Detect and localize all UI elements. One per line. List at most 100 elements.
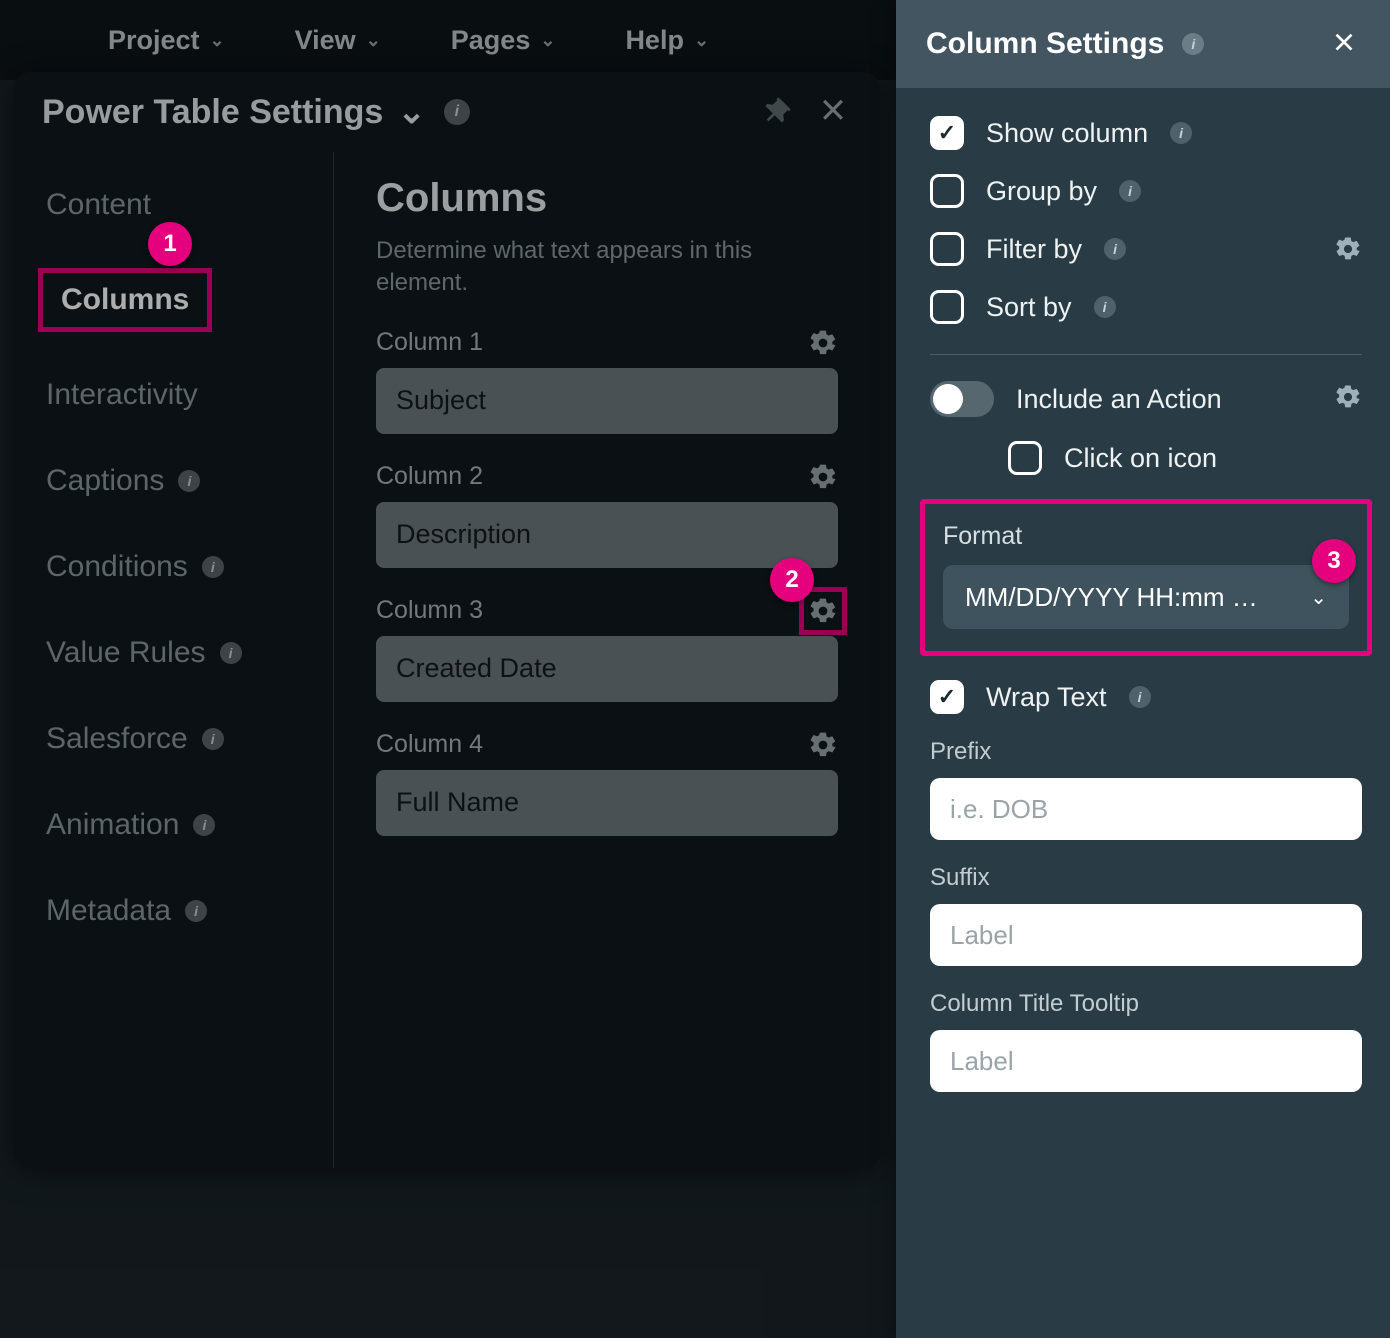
show-column-label: Show column (986, 118, 1148, 149)
suffix-label: Suffix (930, 864, 1362, 892)
group-by-checkbox[interactable] (930, 174, 964, 208)
column-label: Column 4 (376, 730, 483, 759)
chevron-down-icon: ⌄ (1310, 585, 1327, 610)
gear-icon[interactable] (808, 462, 838, 492)
prefix-block: Prefix (930, 738, 1362, 840)
info-icon[interactable]: i (1119, 180, 1141, 202)
chevron-down-icon: ⌄ (210, 30, 225, 51)
menubar: Project⌄ View⌄ Pages⌄ Help⌄ (0, 0, 900, 80)
column-label: Column 1 (376, 328, 483, 357)
info-icon: i (202, 728, 224, 750)
info-icon[interactable]: i (1182, 33, 1204, 55)
info-icon[interactable]: i (1094, 296, 1116, 318)
format-select[interactable]: MM/DD/YYYY HH:mm … ⌄ (943, 565, 1349, 629)
column-value[interactable]: Description (376, 502, 838, 568)
info-icon: i (202, 556, 224, 578)
info-icon[interactable]: i (1104, 238, 1126, 260)
group-by-row: Group by i (930, 174, 1362, 208)
column-value[interactable]: Subject (376, 368, 838, 434)
sort-by-label: Sort by (986, 292, 1072, 323)
tab-metadata[interactable]: Metadatai (38, 888, 215, 934)
prefix-input[interactable] (930, 778, 1362, 840)
column-block-1: Column 1 Subject (376, 328, 838, 434)
gear-icon[interactable] (1334, 235, 1362, 263)
format-section: Format MM/DD/YYYY HH:mm … ⌄ (920, 499, 1372, 656)
chevron-down-icon: ⌄ (694, 30, 709, 51)
column-settings-header: Column Settings i (896, 0, 1390, 88)
gear-icon[interactable] (808, 730, 838, 760)
tab-value-rules[interactable]: Value Rulesi (38, 630, 250, 676)
tab-interactivity[interactable]: Interactivity (38, 372, 206, 418)
suffix-input[interactable] (930, 904, 1362, 966)
suffix-block: Suffix (930, 864, 1362, 966)
filter-by-label: Filter by (986, 234, 1082, 265)
info-icon: i (185, 900, 207, 922)
group-by-label: Group by (986, 176, 1097, 207)
info-icon: i (178, 470, 200, 492)
include-action-label: Include an Action (1016, 384, 1222, 415)
info-icon: i (193, 814, 215, 836)
filter-by-checkbox[interactable] (930, 232, 964, 266)
wrap-text-label: Wrap Text (986, 682, 1107, 713)
power-table-settings-panel: Power Table Settings ⌄ i Content Columns… (14, 72, 880, 1168)
format-value: MM/DD/YYYY HH:mm … (965, 582, 1258, 613)
wrap-text-checkbox[interactable] (930, 680, 964, 714)
wrap-text-row: Wrap Text i (930, 680, 1362, 714)
tooltip-input[interactable] (930, 1030, 1362, 1092)
column-settings-title: Column Settings (926, 27, 1164, 61)
info-icon[interactable]: i (1129, 686, 1151, 708)
tab-animation[interactable]: Animationi (38, 802, 223, 848)
panel-title[interactable]: Power Table Settings ⌄ (42, 92, 426, 132)
tooltip-label: Column Title Tooltip (930, 990, 1362, 1018)
include-action-row: Include an Action (930, 381, 1362, 417)
column-value[interactable]: Created Date (376, 636, 838, 702)
divider (930, 354, 1362, 355)
format-label: Format (943, 522, 1349, 551)
close-icon[interactable] (814, 93, 852, 131)
menu-view[interactable]: View⌄ (295, 25, 381, 56)
sort-by-checkbox[interactable] (930, 290, 964, 324)
close-icon[interactable] (1328, 28, 1360, 60)
include-action-toggle[interactable] (930, 381, 994, 417)
tab-content[interactable]: Content (38, 182, 159, 228)
prefix-label: Prefix (930, 738, 1362, 766)
callout-3: 3 (1312, 539, 1356, 583)
show-column-row: Show column i (930, 116, 1362, 150)
column-block-2: Column 2 Description (376, 462, 838, 568)
chevron-down-icon: ⌄ (540, 30, 555, 51)
menu-project[interactable]: Project⌄ (108, 25, 225, 56)
show-column-checkbox[interactable] (930, 116, 964, 150)
columns-area: Columns Determine what text appears in t… (334, 152, 880, 1168)
chevron-down-icon: ⌄ (366, 30, 381, 51)
gear-icon[interactable] (808, 328, 838, 358)
columns-heading: Columns (376, 176, 838, 221)
tab-columns[interactable]: Columns (38, 268, 212, 332)
info-icon: i (220, 642, 242, 664)
tab-salesforce[interactable]: Salesforcei (38, 716, 232, 762)
click-on-icon-row: Click on icon (1008, 441, 1362, 475)
pin-icon[interactable] (764, 96, 796, 128)
tab-conditions[interactable]: Conditionsi (38, 544, 232, 590)
tooltip-block: Column Title Tooltip (930, 990, 1362, 1092)
column-value[interactable]: Full Name (376, 770, 838, 836)
callout-1: 1 (148, 222, 192, 266)
column-label: Column 2 (376, 462, 483, 491)
gear-icon[interactable] (808, 596, 838, 626)
sort-by-row: Sort by i (930, 290, 1362, 324)
column-settings-panel: Column Settings i Show column i Group by… (896, 0, 1390, 1338)
click-on-icon-label: Click on icon (1064, 443, 1217, 474)
info-icon[interactable]: i (444, 99, 470, 125)
click-on-icon-checkbox[interactable] (1008, 441, 1042, 475)
info-icon[interactable]: i (1170, 122, 1192, 144)
filter-by-row: Filter by i (930, 232, 1362, 266)
panel-header: Power Table Settings ⌄ i (14, 72, 880, 152)
menu-pages[interactable]: Pages⌄ (451, 25, 556, 56)
column-block-3: Column 3 Created Date (376, 596, 838, 702)
column-block-4: Column 4 Full Name (376, 730, 838, 836)
tab-captions[interactable]: Captionsi (38, 458, 208, 504)
menu-help[interactable]: Help⌄ (625, 25, 709, 56)
chevron-down-icon: ⌄ (397, 92, 426, 132)
side-tabs: Content Columns Interactivity Captionsi … (14, 152, 334, 1168)
gear-icon[interactable] (1334, 383, 1362, 416)
columns-desc: Determine what text appears in this elem… (376, 235, 806, 300)
